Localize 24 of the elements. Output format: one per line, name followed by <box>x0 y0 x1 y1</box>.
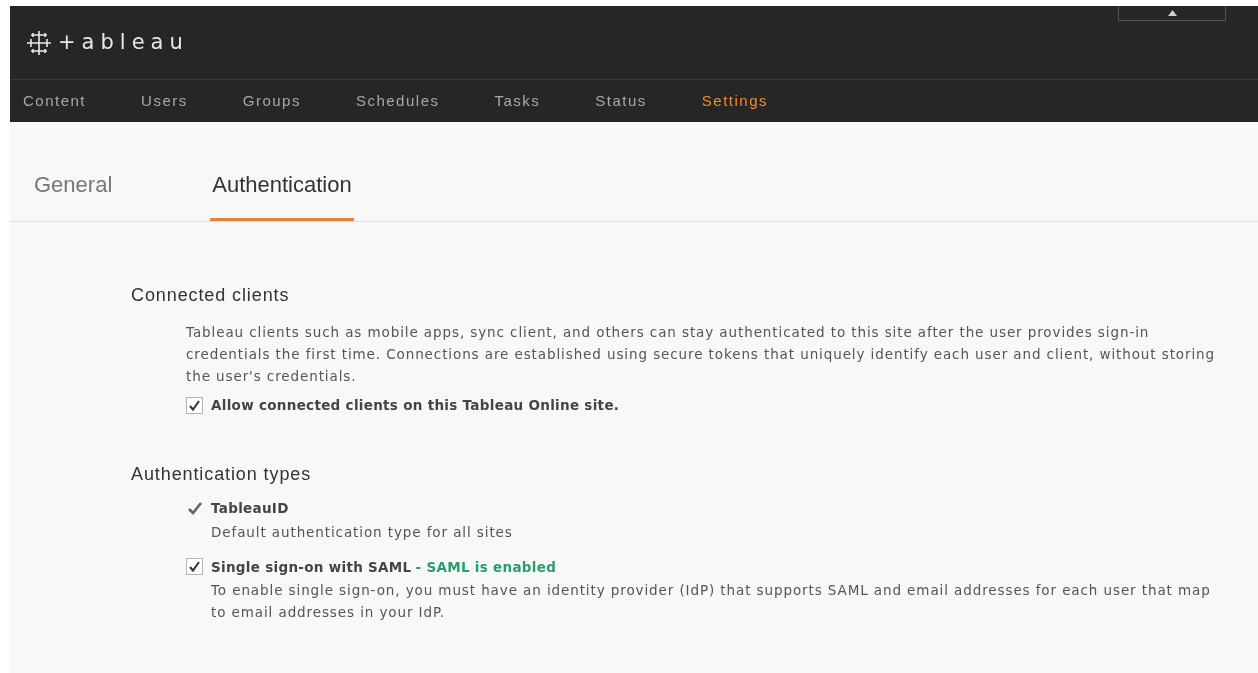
option-label: TableauID <box>211 499 289 519</box>
page-tab[interactable]: General <box>32 168 115 221</box>
checkbox[interactable] <box>186 558 203 576</box>
checkbox[interactable] <box>186 396 203 414</box>
logo-icon <box>26 29 52 56</box>
check-icon <box>186 501 203 516</box>
option-label: Single sign-on with SAML <box>211 557 412 577</box>
section-heading: Authentication types <box>131 463 313 487</box>
nav-tab[interactable]: Tasks <box>494 89 541 113</box>
logo-wordmark: +ableau <box>58 28 189 56</box>
option-description: Default authentication type for all sites <box>211 522 514 542</box>
section-heading: Connected clients <box>131 284 291 307</box>
description-text: Tableau clients such as mobile apps, sync client, and others can stay authenticated to this site after the user provides sign-in credentials the first time. Connections are established using secure tokens that uniquely identify each user and client, without storing the user's credentials. <box>186 323 1216 386</box>
up-arrow-icon <box>1167 10 1177 16</box>
status-text: - SAML is enabled <box>415 557 557 577</box>
nav-tab[interactable]: Settings <box>701 89 769 113</box>
nav-tab[interactable]: Groups <box>242 89 301 113</box>
option-description: To enable single sign-on, you must have an identity provider (IdP) that supports SAML and email addresses for each user that map to email addresses in your IdP. <box>211 580 1212 622</box>
nav-tab[interactable]: Users <box>141 89 188 113</box>
page-tab[interactable]: Authentication <box>210 168 354 221</box>
nav-tab[interactable]: Content <box>23 89 87 113</box>
nav-tab[interactable]: Status <box>595 89 647 113</box>
nav-tab[interactable]: Schedules <box>355 89 440 113</box>
option-label: Allow connected clients on this Tableau Online site. <box>211 396 620 415</box>
